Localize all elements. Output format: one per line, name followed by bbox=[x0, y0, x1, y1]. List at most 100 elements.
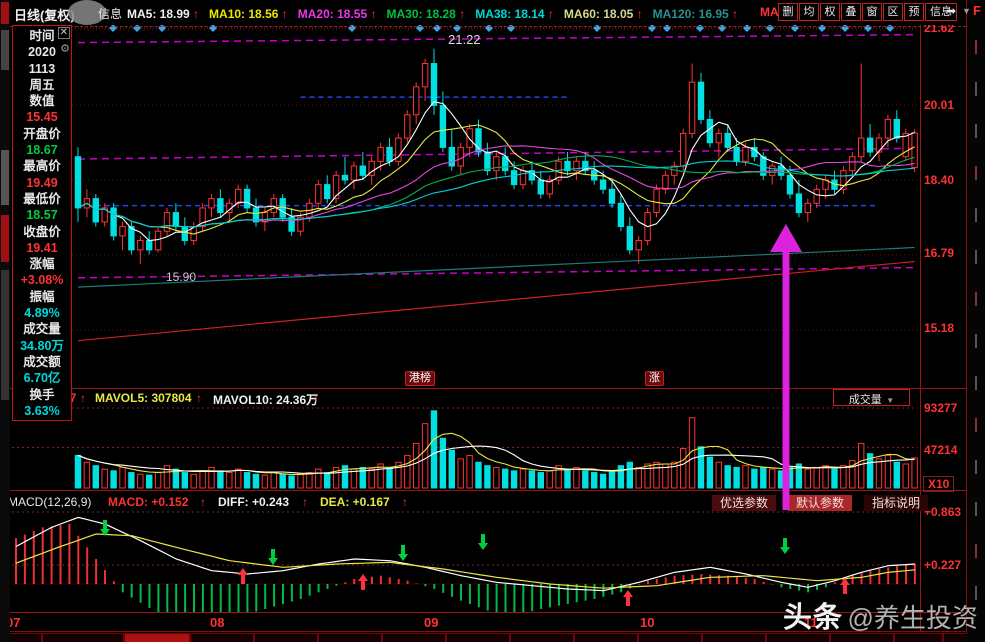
bottom-tab[interactable] bbox=[510, 633, 574, 642]
volume-bar bbox=[840, 465, 847, 489]
volume-bar bbox=[599, 473, 607, 489]
macd-param-button-1[interactable]: 优选参数 bbox=[712, 495, 777, 511]
mavol10-value: MAVOL10: 24.36万 bbox=[213, 393, 319, 407]
candle bbox=[421, 58, 429, 101]
volume-bar bbox=[448, 449, 456, 489]
data-info-rows: 时间 2020 1113 周五 数值 15.45 开盘价 18.67 最高价 19.49 最低价 18… bbox=[13, 26, 71, 419]
volume-bar bbox=[315, 468, 322, 489]
sell-arrow-icon bbox=[268, 549, 278, 565]
up-arrow-icon: ↑ bbox=[455, 7, 466, 21]
toolbar-button-区[interactable]: 区 bbox=[883, 3, 903, 21]
volume-bar bbox=[751, 468, 758, 489]
event-badge-left: 港榜 bbox=[405, 371, 435, 386]
info-row: 15.45 bbox=[26, 110, 58, 125]
volume-bar bbox=[608, 470, 616, 489]
volume-bar bbox=[733, 466, 740, 489]
edge-tick bbox=[975, 418, 977, 432]
volume-bar bbox=[493, 466, 500, 489]
candle bbox=[777, 156, 785, 180]
left-edge-panel bbox=[0, 0, 10, 642]
info-row: 最高价 bbox=[23, 159, 61, 174]
bottom-tab[interactable] bbox=[702, 633, 766, 642]
volume-bar bbox=[519, 468, 527, 489]
collapse-arrow-icon[interactable]: ➡ bbox=[946, 4, 956, 18]
ma-value-label: MA60: 18.05 ↑ bbox=[563, 7, 643, 21]
info-row: 周五 bbox=[29, 77, 55, 92]
candle bbox=[671, 161, 678, 185]
volume-bar bbox=[261, 474, 269, 489]
edge-tick bbox=[975, 334, 977, 348]
bottom-tab[interactable] bbox=[446, 633, 510, 642]
sell-arrow-icon bbox=[398, 545, 408, 561]
candle bbox=[688, 63, 696, 139]
up-arrow-icon: ↑ bbox=[367, 7, 377, 21]
info-row: 19.49 bbox=[26, 175, 58, 190]
mavol10-arrow-icon: ↑ bbox=[313, 391, 319, 405]
chevron-down-icon[interactable]: ▼ bbox=[962, 6, 971, 16]
candle bbox=[350, 161, 358, 190]
sell-arrow-icon bbox=[780, 538, 790, 554]
bottom-tab[interactable] bbox=[254, 633, 318, 642]
sell-arrow-icon bbox=[478, 534, 488, 550]
bottom-tab[interactable] bbox=[574, 633, 638, 642]
macd-param-button-3[interactable]: 指标说明 bbox=[864, 495, 929, 511]
edge-tick bbox=[975, 124, 977, 138]
toolbar-button-窗[interactable]: 窗 bbox=[862, 3, 882, 21]
app-window: 日线(复权) 信息 MA5: 18.99 ↑ MA10: 18.56 ↑ MA20:… bbox=[0, 0, 985, 642]
bottom-tab[interactable] bbox=[318, 633, 382, 642]
candle bbox=[493, 152, 500, 180]
volume-bar bbox=[386, 466, 393, 489]
info-row: 最低价 bbox=[23, 191, 61, 206]
toolbar-button-权[interactable]: 权 bbox=[820, 3, 840, 21]
volume-bar bbox=[697, 446, 705, 489]
volume-bar bbox=[813, 466, 820, 489]
main-chart-canvas[interactable] bbox=[0, 25, 966, 388]
price-axis-label: 16.79 bbox=[924, 246, 955, 260]
volume-bar bbox=[537, 472, 544, 489]
candle bbox=[288, 207, 295, 236]
volume-bar bbox=[635, 466, 642, 489]
price-axis-label: 18.40 bbox=[924, 173, 955, 187]
toolbar-button-叠[interactable]: 叠 bbox=[841, 3, 861, 21]
bottom-tab[interactable] bbox=[42, 633, 124, 642]
edge-tick bbox=[975, 292, 977, 306]
candle bbox=[439, 91, 447, 153]
candle bbox=[697, 72, 705, 125]
toolbar-button-均[interactable]: 均 bbox=[799, 3, 819, 21]
ma-value-label: MA120: 16.95 ↑ bbox=[652, 7, 739, 21]
volume-bar bbox=[181, 472, 189, 489]
bottom-tab[interactable] bbox=[124, 633, 190, 642]
candle bbox=[404, 110, 411, 143]
up-arrow-icon: ↑ bbox=[728, 7, 739, 21]
volume-bar bbox=[760, 466, 767, 489]
toolbar-button-删[interactable]: 删 bbox=[778, 3, 798, 21]
left-edge-segment bbox=[1, 270, 9, 400]
gear-icon[interactable]: ⚙ bbox=[60, 42, 70, 55]
edge-tick bbox=[975, 208, 977, 222]
volume-bar bbox=[74, 454, 82, 489]
indicator-selector[interactable]: 成交量 ▼ bbox=[833, 389, 910, 406]
volume-bar bbox=[92, 465, 99, 489]
candle bbox=[858, 63, 865, 162]
candle bbox=[315, 179, 322, 208]
bottom-tab[interactable] bbox=[638, 633, 702, 642]
sell-arrow-icon bbox=[100, 520, 110, 536]
watermark-brand: 头条 bbox=[783, 602, 844, 634]
volume-bar bbox=[715, 461, 722, 489]
bottom-tab[interactable] bbox=[190, 633, 254, 642]
candle bbox=[413, 82, 420, 125]
ma-trail-label: MA bbox=[760, 5, 779, 19]
bottom-tab[interactable] bbox=[382, 633, 446, 642]
data-info-panel: 时间 2020 1113 周五 数值 15.45 开盘价 18.67 最高价 19.49 最低价 18… bbox=[12, 25, 72, 421]
candle bbox=[208, 193, 215, 218]
close-icon[interactable]: ✕ bbox=[57, 27, 70, 39]
toolbar-button-预[interactable]: 预 bbox=[904, 3, 924, 21]
info-label[interactable]: 信息 bbox=[98, 5, 122, 22]
candle bbox=[146, 231, 153, 255]
candle bbox=[137, 235, 144, 264]
volume-bar bbox=[270, 472, 278, 489]
volume-axis-unit: X10 bbox=[923, 476, 955, 492]
candle bbox=[769, 161, 776, 185]
volume-bar bbox=[831, 468, 838, 489]
month-label: 10 bbox=[640, 615, 655, 630]
